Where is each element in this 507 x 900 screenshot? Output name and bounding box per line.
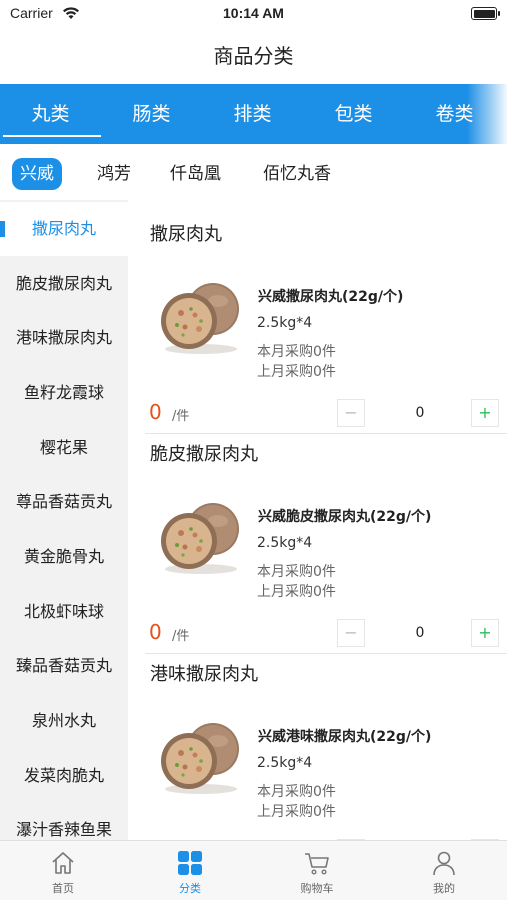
tab-label: 首页 [52, 882, 74, 895]
sidebar-item-9[interactable]: 臻品香菇贡丸 [0, 639, 128, 693]
cart-icon [305, 853, 329, 875]
sidebar-item-8[interactable]: 北极虾味球 [0, 585, 128, 639]
grid-icon [178, 851, 202, 875]
brand-chip-2[interactable]: 鸿芳 [97, 158, 131, 190]
tab-mine[interactable]: 我的 [381, 841, 507, 900]
tab-category-4[interactable]: 包类 [303, 84, 404, 144]
brand-chip-3[interactable]: 仟岛凰 [170, 158, 221, 190]
sidebar-item-5[interactable]: 樱花果 [0, 421, 128, 475]
product-name[interactable]: 兴威脆皮撒尿肉丸(22g/个) [258, 506, 431, 526]
page-title: 商品分类 [213, 44, 294, 68]
brand-chip-4[interactable]: 佰忆丸香 [263, 158, 331, 190]
product-list[interactable]: 撒尿肉丸 兴威撒尿肉丸(22g/个) 2.5kg*4 本月采购0件 上月采购0件… [145, 200, 507, 840]
product-name[interactable]: 兴威撒尿肉丸(22g/个) [258, 286, 403, 306]
sidebar-item-3[interactable]: 港味撒尿肉丸 [0, 311, 128, 365]
tab-home[interactable]: 首页 [0, 841, 126, 900]
product-spec: 2.5kg*4 [257, 315, 313, 331]
category-scroll-fade [467, 84, 507, 144]
brand-chip-1[interactable]: 兴威 [12, 158, 62, 190]
product-name[interactable]: 兴威港味撒尿肉丸(22g/个) [258, 726, 431, 746]
battery-icon [471, 7, 500, 20]
section-title: 港味撒尿肉丸 [150, 664, 258, 685]
tab-category-3[interactable]: 排类 [202, 84, 303, 144]
sidebar-item-11[interactable]: 发菜肉脆丸 [0, 749, 128, 803]
sidebar-item-10[interactable]: 泉州水丸 [0, 694, 128, 748]
user-icon [433, 851, 455, 876]
tab-label: 分类 [179, 882, 201, 895]
month-purchase: 本月采购0件 [257, 784, 336, 800]
sidebar-item-1[interactable]: 撒尿肉丸 [0, 202, 128, 256]
quantity-value[interactable]: 0 [400, 405, 440, 421]
brand-filter-row: 兴威 鸿芳 仟岛凰 佰忆丸香 [0, 144, 507, 200]
last-month-purchase: 上月采购0件 [257, 584, 336, 600]
sidebar-item-7[interactable]: 黄金脆骨丸 [0, 530, 128, 584]
meatball-image[interactable] [155, 495, 241, 575]
section-title: 撒尿肉丸 [150, 224, 222, 245]
month-purchase: 本月采购0件 [257, 564, 336, 580]
tab-label: 我的 [433, 882, 455, 895]
quantity-value[interactable]: 0 [400, 625, 440, 641]
meatball-image[interactable] [155, 715, 241, 795]
sidebar-active-marker [0, 221, 5, 237]
category-tabs: 丸类 肠类 排类 包类 卷类 [0, 84, 507, 144]
product-section: 撒尿肉丸 兴威撒尿肉丸(22g/个) 2.5kg*4 本月采购0件 上月采购0件… [145, 200, 507, 434]
product-spec: 2.5kg*4 [257, 755, 313, 771]
sidebar-item-4[interactable]: 鱼籽龙霞球 [0, 366, 128, 420]
home-icon [52, 852, 74, 874]
month-purchase: 本月采购0件 [257, 344, 336, 360]
tab-category-2[interactable]: 肠类 [101, 84, 202, 144]
screen: Carrier 10:14 AM 商品分类 丸类 肠类 排类 包类 卷类 兴威 … [0, 0, 507, 900]
tab-cart[interactable]: 购物车 [254, 841, 380, 900]
sidebar-item-6[interactable]: 尊品香菇贡丸 [0, 475, 128, 529]
last-month-purchase: 上月采购0件 [257, 804, 336, 820]
meatball-image[interactable] [155, 275, 241, 355]
subcategory-sidebar[interactable]: 撒尿肉丸 脆皮撒尿肉丸 港味撒尿肉丸 鱼籽龙霞球 樱花果 尊品香菇贡丸 黄金脆骨… [0, 200, 128, 840]
last-month-purchase: 上月采购0件 [257, 364, 336, 380]
category-active-indicator [3, 135, 101, 137]
product-section: 港味撒尿肉丸 兴威港味撒尿肉丸(22g/个) 2.5kg*4 本月采购0件 上月… [145, 640, 507, 840]
clock: 10:14 AM [223, 5, 284, 21]
tab-label: 购物车 [300, 882, 334, 895]
sidebar-item-12[interactable]: 瀑汁香辣鱼果 [0, 803, 128, 840]
bottom-tab-bar: 首页 分类 购物车 我的 [0, 840, 507, 900]
product-spec: 2.5kg*4 [257, 535, 313, 551]
sidebar-item-2[interactable]: 脆皮撒尿肉丸 [0, 257, 128, 311]
tab-category[interactable]: 分类 [127, 841, 253, 900]
section-title: 脆皮撒尿肉丸 [150, 444, 258, 465]
product-section: 脆皮撒尿肉丸 兴威脆皮撒尿肉丸(22g/个) 2.5kg*4 本月采购0件 上月… [145, 420, 507, 654]
status-bar: Carrier 10:14 AM [0, 0, 507, 30]
